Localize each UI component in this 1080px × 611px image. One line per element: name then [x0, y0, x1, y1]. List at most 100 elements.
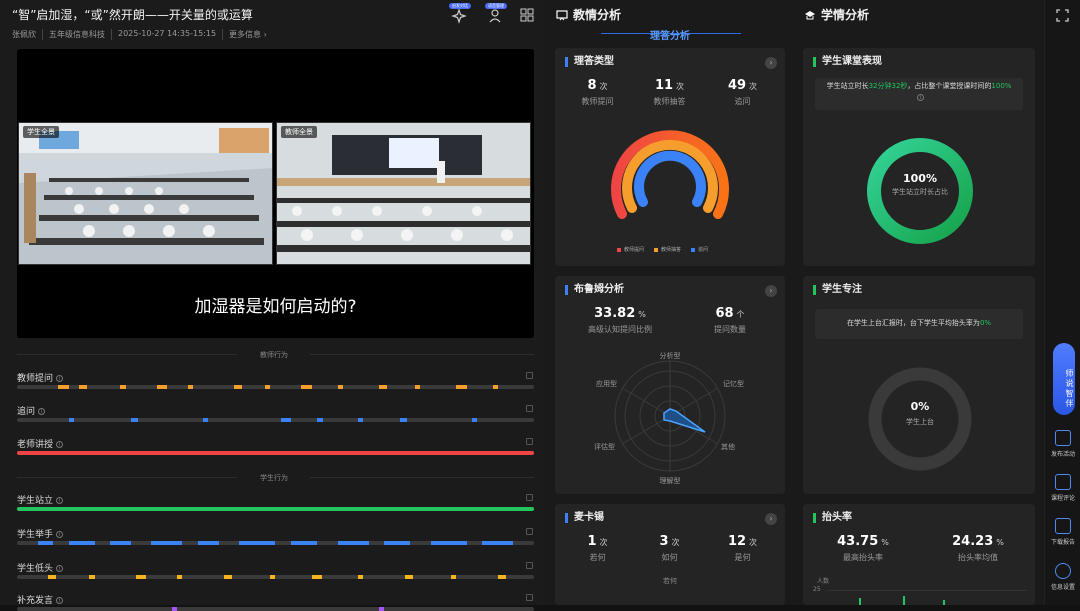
info-icon[interactable]: i — [56, 597, 64, 604]
lesson-panel: “智”启加湿，“或”然开朗——开关量的或运算 张佩欣 五年级信息科技 2025-… — [0, 0, 546, 611]
performance-note: 学生站立时长32分钟32秒，占比整个课堂授课时间的100% i — [815, 78, 1023, 110]
head-up-rate-card: 抬头率 43.75% 最高抬头率 24.23% 抬头率均值 人数 25 — [803, 504, 1035, 605]
fullscreen-icon[interactable] — [1056, 9, 1069, 25]
track-segment — [265, 385, 271, 389]
card-title: 学生专注 — [813, 285, 862, 295]
teaching-analysis-title: 教情分析 — [573, 8, 622, 22]
track-segment — [68, 541, 95, 545]
legend-item: 教师抽答 — [654, 246, 681, 253]
radar-label: 评估型 — [594, 442, 615, 451]
board-icon — [556, 9, 568, 20]
answer-analysis-tab[interactable]: 理答分析 — [546, 27, 794, 42]
stat-teacher-question: 8 次教师提问 — [581, 78, 614, 106]
track-segment — [291, 541, 317, 545]
course-review-button[interactable]: 课程评论 — [1045, 474, 1080, 502]
student-camera-view[interactable]: 学生全景 — [18, 122, 273, 265]
lesson-time: 2025-10-27 14:35-15:15 — [111, 29, 222, 40]
settings-icon — [1055, 563, 1071, 579]
track-segment — [482, 541, 514, 545]
legend-item: 追问 — [691, 246, 708, 253]
student-behavior-header: 学生行为 — [260, 474, 288, 482]
track-checkbox[interactable] — [526, 594, 533, 601]
divider — [17, 354, 237, 355]
track-checkbox[interactable] — [526, 438, 533, 445]
head-up-bar — [859, 598, 861, 605]
track-segment — [135, 575, 147, 579]
publish-activity-button[interactable]: 发布活动 — [1045, 430, 1080, 458]
info-icon[interactable]: i — [56, 497, 64, 504]
bloom-analysis-card: 布鲁姆分析 › 33.82% 高级认知提问比例 68 个提问数量 分析型 记忆型 其… — [555, 276, 785, 494]
teacher-behavior-header: 教师行为 — [260, 351, 288, 359]
stat-high-cognition: 33.82% 高级认知提问比例 — [588, 306, 652, 334]
activity-icon — [1055, 430, 1071, 446]
stat-ruohe: 1 次若何 — [587, 534, 608, 562]
track-segment — [177, 575, 183, 579]
track-segment — [48, 575, 56, 579]
radar-label: 其他 — [721, 442, 735, 451]
track-segment — [378, 385, 387, 389]
track-checkbox[interactable] — [526, 528, 533, 535]
graduation-cap-icon — [805, 10, 815, 19]
track-segment — [37, 541, 54, 545]
track-bar — [17, 418, 534, 422]
lesson-title: “智”启加湿，“或”然开朗——开关量的或运算 — [12, 8, 253, 22]
chevron-right-icon[interactable]: › — [765, 285, 777, 297]
track-bar — [17, 507, 534, 511]
answer-type-legend: 教师提问 教师抽答 追问 — [617, 246, 708, 253]
track-segment — [110, 541, 131, 545]
grid-icon[interactable] — [520, 8, 540, 26]
track-segment — [270, 575, 276, 579]
track-segment — [337, 541, 369, 545]
info-icon[interactable]: i — [56, 531, 64, 538]
track-segment — [223, 575, 232, 579]
video-subtitle: 加湿器是如何启动的? — [194, 297, 357, 317]
track-label: 教师提问 i — [17, 371, 64, 384]
card-title: 学生课堂表现 — [813, 57, 882, 67]
divider — [310, 354, 534, 355]
teaching-analysis-panel: 教情分析 理答分析 理答类型 › 8 次教师提问 11 次教师抽答 49 次追问 教师… — [546, 0, 794, 605]
download-report-button[interactable]: 下载报告 — [1045, 518, 1080, 546]
track-label: 补充发言 i — [17, 593, 64, 606]
info-settings-button[interactable]: 信息设置 — [1045, 563, 1080, 591]
head-up-axis-label: 人数 — [817, 578, 830, 585]
head-up-bar — [943, 600, 945, 605]
teacher-camera-view[interactable]: 教师全景 — [276, 122, 531, 265]
video-player[interactable]: 学生全景 教师全景 加湿器是如何启动的? — [17, 49, 534, 338]
track-segment — [378, 607, 385, 611]
radar-label: 应用型 — [596, 379, 617, 388]
info-icon[interactable]: i — [56, 375, 64, 382]
track-checkbox[interactable] — [526, 494, 533, 501]
track-bar — [17, 451, 534, 455]
spark-icon[interactable]: 启发对话 — [449, 3, 471, 26]
info-icon[interactable]: i — [56, 565, 64, 572]
track-segment — [68, 418, 74, 422]
head-up-bar — [903, 596, 905, 605]
info-icon[interactable]: i — [38, 408, 46, 415]
stat-teacher-pick: 11 次教师抽答 — [653, 78, 686, 106]
radar-label: 记忆型 — [723, 379, 744, 388]
chevron-right-icon[interactable]: › — [765, 513, 777, 525]
more-info-link[interactable]: 更多信息 › — [222, 29, 273, 40]
chevron-right-icon[interactable]: › — [765, 57, 777, 69]
track-segment — [130, 418, 139, 422]
track-checkbox[interactable] — [526, 405, 533, 412]
info-icon[interactable]: i — [56, 441, 64, 448]
track-segment — [239, 541, 276, 545]
answer-type-ring-chart — [611, 130, 729, 219]
track-segment — [358, 575, 364, 579]
divider — [17, 477, 237, 478]
mccarthy-extra-label: 若何 — [663, 577, 677, 585]
track-bar — [17, 541, 534, 545]
track-segment — [451, 575, 457, 579]
answer-type-card: 理答类型 › 8 次教师提问 11 次教师抽答 49 次追问 教师提问 教师抽答 追问 — [555, 48, 785, 266]
track-segment — [151, 541, 183, 545]
radar-label: 分析型 — [660, 351, 681, 360]
voice-manage-icon[interactable]: 语音管理 — [485, 3, 507, 26]
standing-ratio-value: 100% 学生站立时长占比 — [892, 172, 948, 196]
track-checkbox[interactable] — [526, 372, 533, 379]
ai-assistant-button[interactable]: 师说智伴 — [1053, 343, 1075, 415]
card-title: 麦卡锡 — [565, 513, 604, 523]
stat-question-count: 68 个提问数量 — [714, 306, 746, 334]
track-checkbox[interactable] — [526, 562, 533, 569]
track-label: 追问 i — [17, 404, 46, 417]
